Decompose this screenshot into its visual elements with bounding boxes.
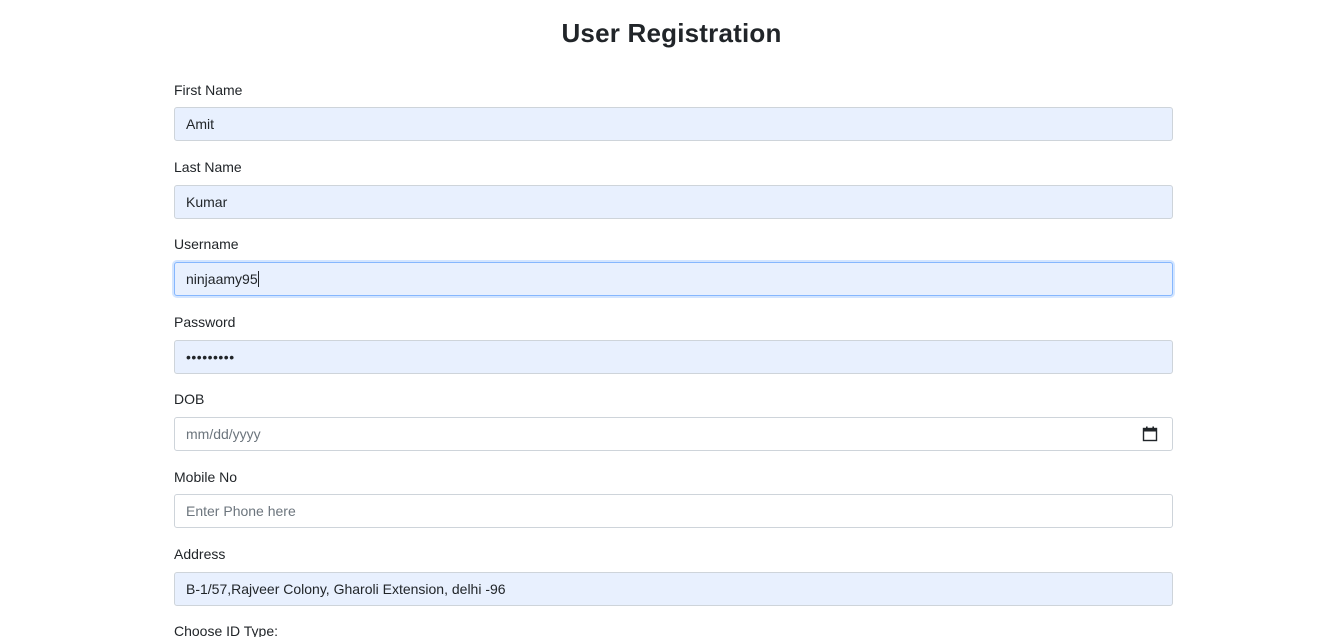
password-masked-value: ••••••••• — [186, 349, 235, 365]
first-name-group: First Name Amit — [174, 80, 1173, 141]
dob-input[interactable]: mm/dd/yyyy — [174, 417, 1173, 451]
dob-label: DOB — [174, 391, 205, 407]
first-name-label: First Name — [174, 82, 243, 98]
address-label: Address — [174, 546, 226, 562]
last-name-group: Last Name Kumar — [174, 157, 1173, 219]
last-name-input[interactable]: Kumar — [174, 185, 1173, 219]
first-name-input[interactable]: Amit — [174, 107, 1173, 141]
username-value: ninjaamy95 — [186, 271, 258, 287]
password-label: Password — [174, 314, 236, 330]
registration-page: User Registration First Name Amit Last N… — [0, 0, 1343, 637]
mobile-group: Mobile No Enter Phone here — [174, 467, 1173, 528]
first-name-value: Amit — [186, 116, 214, 132]
username-group: Username ninjaamy95 — [174, 234, 1173, 296]
address-group: Address B-1/57,Rajveer Colony, Gharoli E… — [174, 544, 1173, 606]
username-label: Username — [174, 236, 239, 252]
mobile-label: Mobile No — [174, 469, 238, 485]
address-value: B-1/57,Rajveer Colony, Gharoli Extension… — [186, 581, 506, 597]
id-type-label: Choose ID Type: — [174, 623, 279, 637]
dob-group: DOB mm/dd/yyyy — [174, 389, 1173, 451]
mobile-input[interactable]: Enter Phone here — [174, 494, 1173, 528]
text-cursor — [257, 271, 259, 287]
password-input[interactable]: ••••••••• — [174, 340, 1173, 374]
dob-placeholder: mm/dd/yyyy — [186, 426, 261, 442]
calendar-icon[interactable] — [1142, 426, 1158, 442]
last-name-value: Kumar — [186, 194, 228, 210]
last-name-label: Last Name — [174, 159, 242, 175]
password-group: Password ••••••••• — [174, 312, 1173, 374]
address-input[interactable]: B-1/57,Rajveer Colony, Gharoli Extension… — [174, 572, 1173, 606]
mobile-placeholder: Enter Phone here — [186, 503, 296, 519]
page-title: User Registration — [561, 18, 782, 48]
username-input[interactable]: ninjaamy95 — [174, 262, 1173, 296]
